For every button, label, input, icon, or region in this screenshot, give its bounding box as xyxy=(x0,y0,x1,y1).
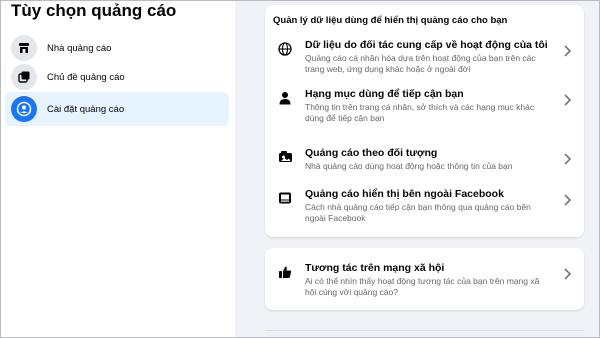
sidebar-item-label: Chủ đề quảng cáo xyxy=(47,71,125,83)
row-description: Nhà quảng cáo dùng hoạt động hoặc thông … xyxy=(305,161,513,171)
row-offsite-ads[interactable]: Quảng cáo hiển thị bên ngoài Facebook Cá… xyxy=(265,188,584,228)
sidebar-item-ad-topics[interactable]: Chủ đề quảng cáo xyxy=(5,60,229,94)
data-management-card: Quản lý dữ liệu dùng để hiển thị quảng c… xyxy=(265,5,584,237)
row-audience-ads[interactable]: Quảng cáo theo đối tượng Nhà quảng cáo d… xyxy=(265,147,584,177)
chevron-right-icon xyxy=(564,268,572,280)
row-title: Quảng cáo theo đối tượng xyxy=(305,147,438,159)
row-description: Thông tin trên trang cá nhân, sở thích v… xyxy=(305,102,535,123)
row-categories[interactable]: Hạng mục dùng để tiếp cận bạn Thông tin … xyxy=(265,88,584,128)
row-title: Quảng cáo hiển thị bên ngoài Facebook xyxy=(305,188,504,200)
row-social-interactions[interactable]: Tương tác trên mạng xã hội Ai có thể nhì… xyxy=(265,262,584,302)
divider xyxy=(265,330,584,331)
external-screen-icon xyxy=(277,190,293,206)
row-title: Hạng mục dùng để tiếp cận bạn xyxy=(305,88,464,100)
thumbs-up-icon xyxy=(277,264,293,280)
globe-icon xyxy=(277,41,293,57)
row-partner-data[interactable]: Dữ liệu do đối tác cung cấp về hoạt động… xyxy=(265,39,584,79)
row-title: Dữ liệu do đối tác cung cấp về hoạt động… xyxy=(305,39,548,51)
audience-icon xyxy=(277,149,293,165)
settings-user-icon xyxy=(11,96,37,122)
chevron-right-icon xyxy=(564,153,572,165)
row-description: Ai có thể nhìn thấy hoạt động tương tác … xyxy=(305,276,540,297)
social-interactions-card: Tương tác trên mạng xã hội Ai có thể nhì… xyxy=(265,248,584,310)
chevron-right-icon xyxy=(564,94,572,106)
topics-icon xyxy=(11,64,37,90)
chevron-right-icon xyxy=(564,194,572,206)
row-title: Tương tác trên mạng xã hội xyxy=(305,262,445,274)
sidebar-item-label: Cài đặt quảng cáo xyxy=(47,103,125,115)
row-description: Quảng cáo cá nhân hóa dựa trên hoạt động… xyxy=(305,53,536,74)
chevron-right-icon xyxy=(564,45,572,57)
sidebar: Tùy chọn quảng cáo Nhà quảng cáo Chủ đề … xyxy=(1,1,235,337)
person-icon xyxy=(277,90,293,106)
main-content: Quản lý dữ liệu dùng để hiển thị quảng c… xyxy=(235,1,599,337)
store-icon xyxy=(11,35,37,61)
card-header: Quản lý dữ liệu dùng để hiển thị quảng c… xyxy=(273,15,508,26)
sidebar-title: Tùy chọn quảng cáo xyxy=(11,1,177,20)
sidebar-item-label: Nhà quảng cáo xyxy=(47,42,112,54)
row-description: Cách nhà quảng cáo tiếp cận bạn thông qu… xyxy=(305,202,531,223)
sidebar-item-ad-settings[interactable]: Cài đặt quảng cáo xyxy=(5,92,229,126)
